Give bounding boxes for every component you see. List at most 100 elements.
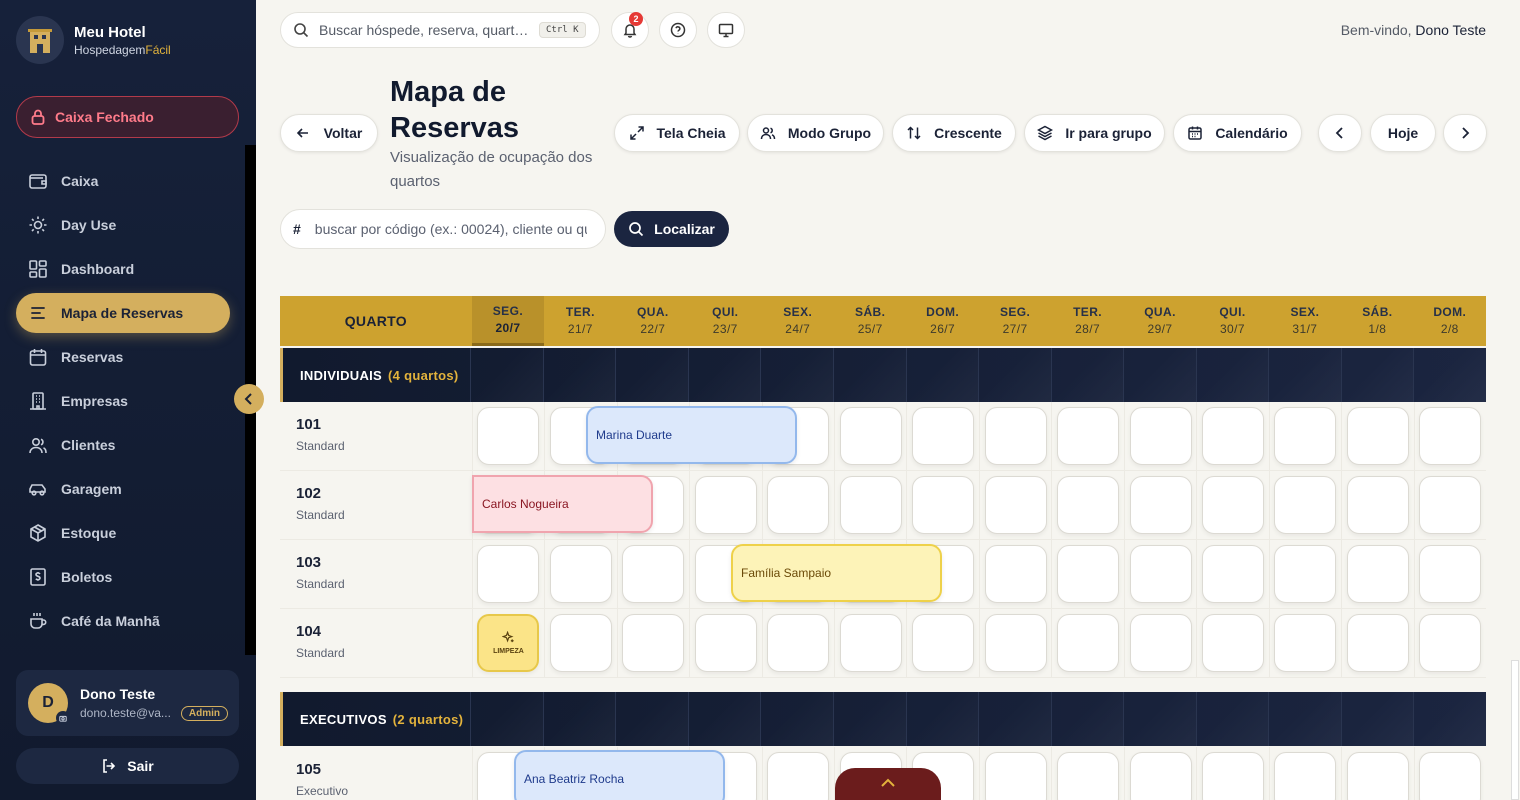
availability-slot[interactable] [1129, 614, 1192, 672]
day-header[interactable]: SEG. 20/7 [471, 296, 545, 346]
day-cell[interactable] [1051, 540, 1123, 608]
day-cell[interactable] [1413, 540, 1486, 608]
sidebar-item-boletos[interactable]: Boletos [16, 557, 230, 597]
availability-slot[interactable] [1346, 752, 1409, 800]
availability-slot[interactable] [1419, 545, 1482, 603]
availability-slot[interactable] [1201, 476, 1264, 534]
reservation-bar[interactable]: Família Sampaio [731, 544, 942, 602]
reservation-bar[interactable]: Ana Beatriz Rocha [514, 750, 725, 800]
availability-slot[interactable] [694, 614, 757, 672]
day-cell[interactable] [1268, 402, 1341, 470]
day-cell[interactable] [1123, 471, 1196, 539]
sidebar-item-empresas[interactable]: Empresas [16, 381, 230, 421]
day-header[interactable]: SEX. 31/7 [1269, 296, 1341, 346]
logout-button[interactable]: Sair [16, 748, 239, 784]
availability-slot[interactable] [1274, 752, 1337, 800]
availability-slot[interactable] [1346, 407, 1409, 465]
scroll-to-top-button[interactable] [835, 768, 941, 800]
day-cell[interactable] [1196, 402, 1268, 470]
day-header[interactable]: DOM. 26/7 [906, 296, 978, 346]
availability-slot[interactable] [839, 476, 902, 534]
availability-slot[interactable] [1274, 545, 1337, 603]
availability-slot[interactable] [549, 614, 612, 672]
availability-slot[interactable] [767, 752, 830, 800]
availability-slot[interactable] [622, 614, 685, 672]
availability-slot[interactable] [1057, 752, 1120, 800]
day-cell[interactable] [544, 540, 616, 608]
day-cell[interactable] [1341, 402, 1413, 470]
availability-slot[interactable] [1201, 545, 1264, 603]
back-button[interactable]: Voltar [280, 114, 378, 152]
sidebar-item-dashboard[interactable]: Dashboard [16, 249, 230, 289]
day-cell[interactable] [1196, 471, 1268, 539]
next-week-button[interactable] [1443, 114, 1487, 152]
day-cell[interactable] [978, 609, 1051, 677]
day-cell[interactable] [1123, 747, 1196, 800]
room-group-header[interactable]: EXECUTIVOS (2 quartos) [280, 692, 1486, 746]
day-cell[interactable] [1196, 609, 1268, 677]
camera-icon[interactable] [56, 711, 70, 725]
day-cell[interactable] [616, 540, 689, 608]
availability-slot[interactable] [477, 407, 540, 465]
day-cell[interactable] [906, 471, 978, 539]
day-cell[interactable] [1268, 540, 1341, 608]
day-cell[interactable] [1341, 471, 1413, 539]
day-cell[interactable] [978, 540, 1051, 608]
sidebar-item-caixa[interactable]: Caixa [16, 161, 230, 201]
day-cell[interactable] [833, 609, 906, 677]
availability-slot[interactable] [1274, 476, 1337, 534]
day-header[interactable]: SÁB. 1/8 [1341, 296, 1413, 346]
sort-order-button[interactable]: Crescente [892, 114, 1016, 152]
help-button[interactable] [659, 12, 697, 48]
availability-slot[interactable] [1057, 545, 1120, 603]
day-cell[interactable] [544, 609, 616, 677]
day-cell[interactable] [1341, 609, 1413, 677]
availability-slot[interactable] [1201, 614, 1264, 672]
day-header[interactable]: TER. 21/7 [544, 296, 616, 346]
availability-slot[interactable] [984, 476, 1047, 534]
room-info[interactable]: 102 Standard [280, 471, 472, 539]
availability-slot[interactable] [767, 614, 830, 672]
availability-slot[interactable] [1129, 476, 1192, 534]
day-cell[interactable] [1413, 402, 1486, 470]
availability-slot[interactable] [912, 614, 975, 672]
availability-slot[interactable] [1346, 476, 1409, 534]
availability-slot[interactable] [839, 614, 902, 672]
day-cell[interactable] [1196, 540, 1268, 608]
cash-status-button[interactable]: Caixa Fechado [16, 96, 239, 138]
group-mode-button[interactable]: Modo Grupo [747, 114, 884, 152]
room-info[interactable]: 101 Standard [280, 402, 472, 470]
reservation-bar[interactable]: Carlos Nogueira [472, 475, 653, 533]
sidebar-item-mapa-de-reservas[interactable]: Mapa de Reservas [16, 293, 230, 333]
availability-slot[interactable] [1201, 407, 1264, 465]
day-cell[interactable] [616, 609, 689, 677]
locate-button[interactable]: Localizar [614, 211, 729, 247]
day-cell[interactable] [1051, 402, 1123, 470]
day-header[interactable]: SEG. 27/7 [979, 296, 1051, 346]
day-cell[interactable] [1196, 747, 1268, 800]
availability-slot[interactable] [1419, 407, 1482, 465]
day-cell[interactable] [1413, 609, 1486, 677]
availability-slot[interactable] [1274, 407, 1337, 465]
today-button[interactable]: Hoje [1370, 114, 1436, 152]
global-search-input[interactable]: Buscar hóspede, reserva, quartos... Ctrl… [280, 12, 600, 48]
availability-slot[interactable] [1129, 752, 1192, 800]
availability-slot[interactable] [1057, 407, 1120, 465]
availability-slot[interactable] [1419, 752, 1482, 800]
day-cell[interactable] [1051, 609, 1123, 677]
day-cell[interactable] [1341, 540, 1413, 608]
day-cell[interactable] [471, 402, 544, 470]
day-cell[interactable] [689, 471, 761, 539]
cleaning-slot[interactable]: LIMPEZA [477, 614, 540, 672]
day-cell[interactable] [1051, 747, 1123, 800]
availability-slot[interactable] [984, 545, 1047, 603]
availability-slot[interactable] [839, 407, 902, 465]
day-cell[interactable] [978, 747, 1051, 800]
day-cell[interactable] [833, 471, 906, 539]
day-cell[interactable] [1051, 471, 1123, 539]
availability-slot[interactable] [549, 545, 612, 603]
reservation-code-search-input[interactable]: # buscar por código (ex.: 00024), client… [280, 209, 606, 249]
day-header[interactable]: DOM. 2/8 [1414, 296, 1486, 346]
room-group-header[interactable]: INDIVIDUAIS (4 quartos) [280, 348, 1486, 402]
brand[interactable]: Meu Hotel HospedagemFácil [16, 16, 171, 64]
